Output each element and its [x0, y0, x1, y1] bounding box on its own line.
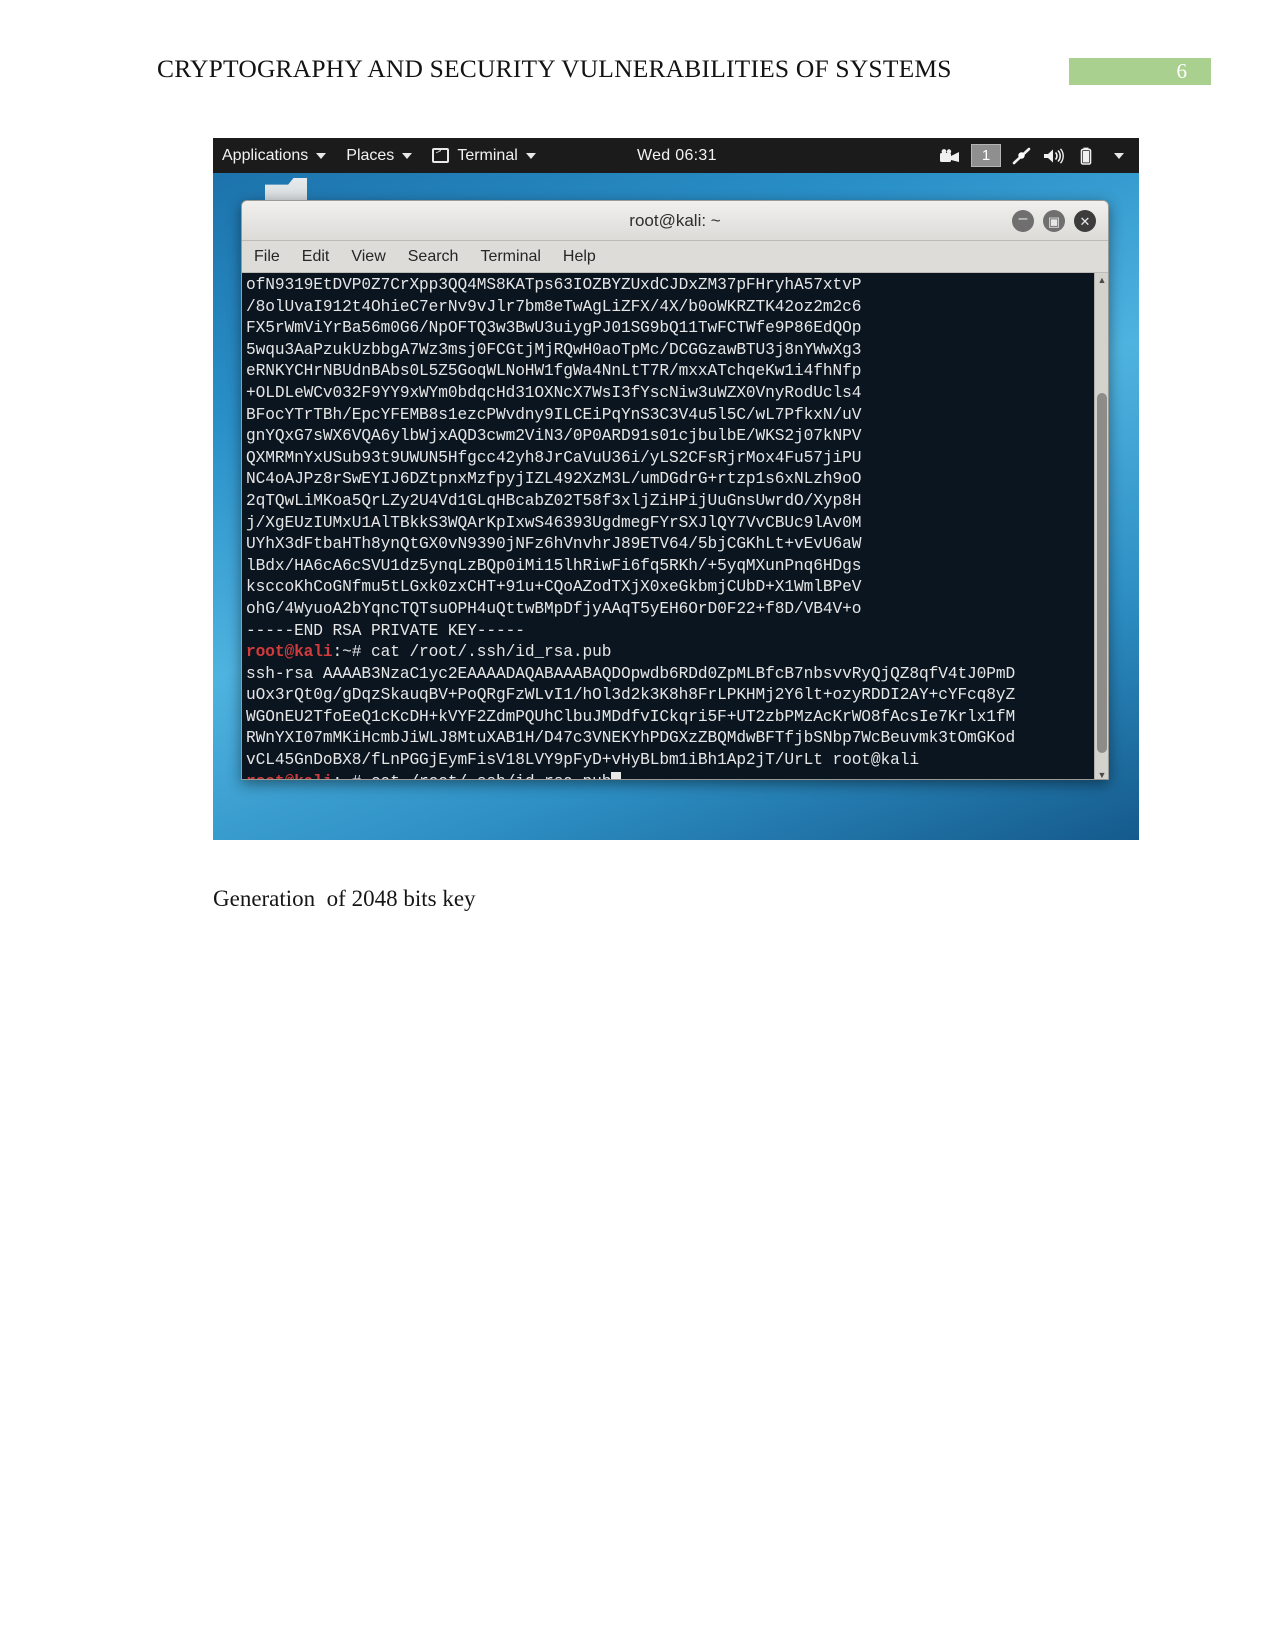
terminal-line: -----END RSA PRIVATE KEY-----	[246, 621, 525, 640]
volume-icon[interactable]	[1039, 138, 1069, 173]
terminal-line: ksccoKhCoGNfmu5tLGxk0zxCHT+91u+CQoAZodTX…	[246, 578, 862, 597]
terminal-label: Terminal	[457, 146, 518, 164]
close-icon: ✕	[1079, 213, 1091, 229]
scroll-down-icon[interactable]: ▼	[1095, 768, 1108, 780]
screen-recorder-icon[interactable]	[935, 138, 965, 173]
menu-terminal[interactable]: Terminal	[422, 138, 545, 173]
terminal-line: vCL45GnDoBX8/fLnPGGjEymFisV18LVY9pFyD+vH…	[246, 751, 919, 770]
menu-item-search[interactable]: Search	[408, 248, 459, 266]
close-button[interactable]: ✕	[1074, 210, 1096, 232]
terminal-line: UYhX3dFtbaHTh8ynQtGX0vN9390jNFz6hVnvhrJ8…	[246, 535, 862, 554]
menu-item-edit[interactable]: Edit	[302, 248, 330, 266]
menu-item-help[interactable]: Help	[563, 248, 596, 266]
bluetooth-pen-icon[interactable]	[1007, 138, 1037, 173]
page-title: CRYPTOGRAPHY AND SECURITY VULNERABILITIE…	[157, 54, 952, 83]
terminal-screen[interactable]: ofN9319EtDVP0Z7CrXpp3QQ4MS8KATps63IOZBYZ…	[242, 273, 1108, 780]
terminal-cursor	[611, 771, 622, 779]
figure-caption: Generation of 2048 bits key	[213, 886, 476, 911]
menu-item-view[interactable]: View	[351, 248, 385, 266]
terminal-line: lBdx/HA6cA6cSVU1dz5ynqLzBQp0iMi15lhRiwFi…	[246, 556, 862, 575]
maximize-icon: ▣	[1047, 213, 1061, 229]
maximize-button[interactable]: ▣	[1043, 210, 1065, 232]
chevron-down-icon	[525, 152, 536, 159]
terminal-line: root@kali:~# cat /root/.ssh/id_rsa.pub	[246, 642, 1094, 664]
window-title: root@kali: ~	[629, 210, 721, 230]
chevron-down-icon	[1114, 152, 1124, 159]
menu-places[interactable]: Places	[336, 138, 422, 173]
clock[interactable]: Wed 06:31	[637, 138, 717, 173]
embedded-screenshot: Applications Places Terminal Wed 06:31 1	[213, 138, 1139, 840]
menu-applications[interactable]: Applications	[213, 138, 336, 173]
menu-item-terminal[interactable]: Terminal	[480, 248, 540, 266]
terminal-line: /8olUvaI912t4OhieC7erNv9vJlr7bm8eTwAgLiZ…	[246, 297, 862, 316]
terminal-scrollbar[interactable]: ▲ ▼	[1094, 273, 1108, 780]
workspace-indicator[interactable]: 1	[971, 144, 1001, 167]
battery-icon[interactable]	[1071, 138, 1101, 173]
terminal-line: 2qTQwLiMKoa5QrLZy2U4Vd1GLqHBcabZ02T58f3x…	[246, 491, 862, 510]
menu-item-file[interactable]: File	[254, 248, 280, 266]
terminal-line: WGOnEU2TfoEeQ1cKcDH+kVYF2ZdmPQUhClbuJMDd…	[246, 707, 1016, 726]
system-tray: 1	[935, 138, 1133, 173]
terminal-window: root@kali: ~ – ▣ ✕ File Edit View Search…	[241, 200, 1109, 780]
chevron-down-icon	[402, 152, 413, 159]
terminal-line: uOx3rQt0g/gDqzSkauqBV+PoQRgFzWLvI1/hOl3d…	[246, 686, 1016, 705]
window-titlebar[interactable]: root@kali: ~ – ▣ ✕	[242, 201, 1108, 241]
page-number-badge: 6	[1069, 58, 1211, 85]
places-label: Places	[346, 146, 395, 164]
terminal-line: RWnYXI07mMKiHcmbJiWLJ8MtuXAB1H/D47c3VNEK…	[246, 729, 1016, 748]
chevron-down-icon	[316, 152, 327, 159]
desktop-top-panel: Applications Places Terminal Wed 06:31 1	[213, 138, 1139, 173]
terminal-line: ssh-rsa AAAAB3NzaC1yc2EAAAADAQABAAABAQDO…	[246, 664, 1016, 683]
window-controls: – ▣ ✕	[1012, 210, 1096, 232]
terminal-line: gnYQxG7sWX6VQA6ylbWjxAQD3cwm2ViN3/0P0ARD…	[246, 427, 862, 446]
page-number: 6	[1176, 59, 1188, 83]
terminal-line: BFocYTrTBh/EpcYFEMB8s1ezcPWvdny9ILCEiPqY…	[246, 405, 862, 424]
system-menu-caret-icon[interactable]	[1103, 138, 1133, 173]
terminal-line: root@kali:~# cat /root/.ssh/id_rsa.pub	[246, 771, 1094, 779]
applications-label: Applications	[222, 146, 309, 164]
terminal-prompt-path: :~# cat /root/.ssh/id_rsa.pub	[333, 773, 612, 779]
scrollbar-thumb[interactable]	[1097, 393, 1107, 753]
document-header: CRYPTOGRAPHY AND SECURITY VULNERABILITIE…	[0, 0, 1275, 110]
terminal-output: ofN9319EtDVP0Z7CrXpp3QQ4MS8KATps63IOZBYZ…	[242, 273, 1094, 779]
terminal-line: 5wqu3AaPzukUzbbgA7Wz3msj0FCGtjMjRQwH0aoT…	[246, 340, 862, 359]
terminal-line: ohG/4WyuoA2bYqncTQTsuOPH4uQttwBMpDfjyAAq…	[246, 599, 862, 618]
minimize-button[interactable]: –	[1012, 210, 1034, 232]
terminal-line: QXMRMnYxUSub93t9UWUN5Hfgcc42yh8JrCaVuU36…	[246, 448, 862, 467]
terminal-prompt-user: root@kali	[246, 643, 333, 662]
terminal-prompt-path: :~# cat /root/.ssh/id_rsa.pub	[332, 643, 612, 662]
terminal-icon	[432, 147, 450, 163]
terminal-line: +OLDLeWCv032F9YY9xWYm0bdqcHd31OXNcX7WsI3…	[246, 383, 862, 402]
scroll-up-icon[interactable]: ▲	[1095, 273, 1108, 286]
terminal-line: FX5rWmViYrBa56m0G6/NpOFTQ3w3BwU3uiygPJ01…	[246, 319, 862, 338]
minimize-icon: –	[1018, 210, 1028, 227]
terminal-line: NC4oAJPz8rSwEYIJ6DZtpnxMzfpyjIZL492XzM3L…	[246, 470, 862, 489]
terminal-line: j/XgEUzIUMxU1AlTBkkS3WQArKpIxwS46393Ugdm…	[246, 513, 862, 532]
terminal-line: ofN9319EtDVP0Z7CrXpp3QQ4MS8KATps63IOZBYZ…	[246, 276, 862, 294]
terminal-line: eRNKYCHrNBUdnBAbs0L5Z5GoqWLNoHW1fgWa4NnL…	[246, 362, 862, 381]
terminal-menubar: File Edit View Search Terminal Help	[242, 241, 1108, 273]
terminal-prompt-user: root@kali	[246, 773, 333, 779]
